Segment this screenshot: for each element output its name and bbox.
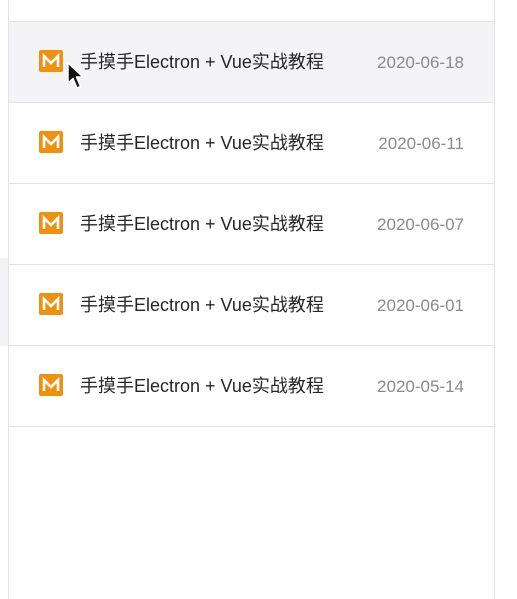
file-title: 手摸手Electron + Vue实战教程: [80, 52, 324, 72]
file-list-item[interactable]: 手摸手Electron + Vue实战教程 2020-06-18: [9, 22, 494, 103]
file-date: 2020-06-11: [378, 134, 464, 153]
right-divider: [494, 0, 495, 599]
file-date: 2020-06-18: [377, 53, 464, 72]
markdown-file-icon: [39, 374, 63, 396]
markdown-file-icon: [39, 50, 63, 72]
file-list-item[interactable]: 手摸手Electron + Vue实战教程 2020-06-07: [9, 184, 494, 265]
file-date: 2020-06-07: [377, 215, 464, 234]
markdown-file-icon: [39, 131, 63, 153]
markdown-file-icon: [39, 293, 63, 315]
file-list-panel: 手摸手Electron + Vue实战教程 2020-06-18 手摸手Elec…: [0, 0, 517, 599]
file-list-item[interactable]: 手摸手Electron + Vue实战教程 2020-06-01: [9, 265, 494, 346]
file-date: 2020-05-14: [377, 377, 464, 396]
file-title: 手摸手Electron + Vue实战教程: [80, 295, 324, 315]
file-date: 2020-06-01: [377, 296, 464, 315]
left-panel-edge: [0, 258, 8, 346]
file-title: 手摸手Electron + Vue实战教程: [80, 214, 324, 234]
file-title: 手摸手Electron + Vue实战教程: [80, 133, 324, 153]
file-list-item[interactable]: 手摸手Electron + Vue实战教程 2020-05-14: [9, 346, 494, 427]
markdown-file-icon: [39, 212, 63, 234]
file-list-item[interactable]: 手摸手Electron + Vue实战教程 2020-06-11: [9, 103, 494, 184]
file-title: 手摸手Electron + Vue实战教程: [80, 376, 324, 396]
list-top-strip: [9, 0, 494, 22]
file-list: 手摸手Electron + Vue实战教程 2020-06-18 手摸手Elec…: [9, 0, 494, 427]
